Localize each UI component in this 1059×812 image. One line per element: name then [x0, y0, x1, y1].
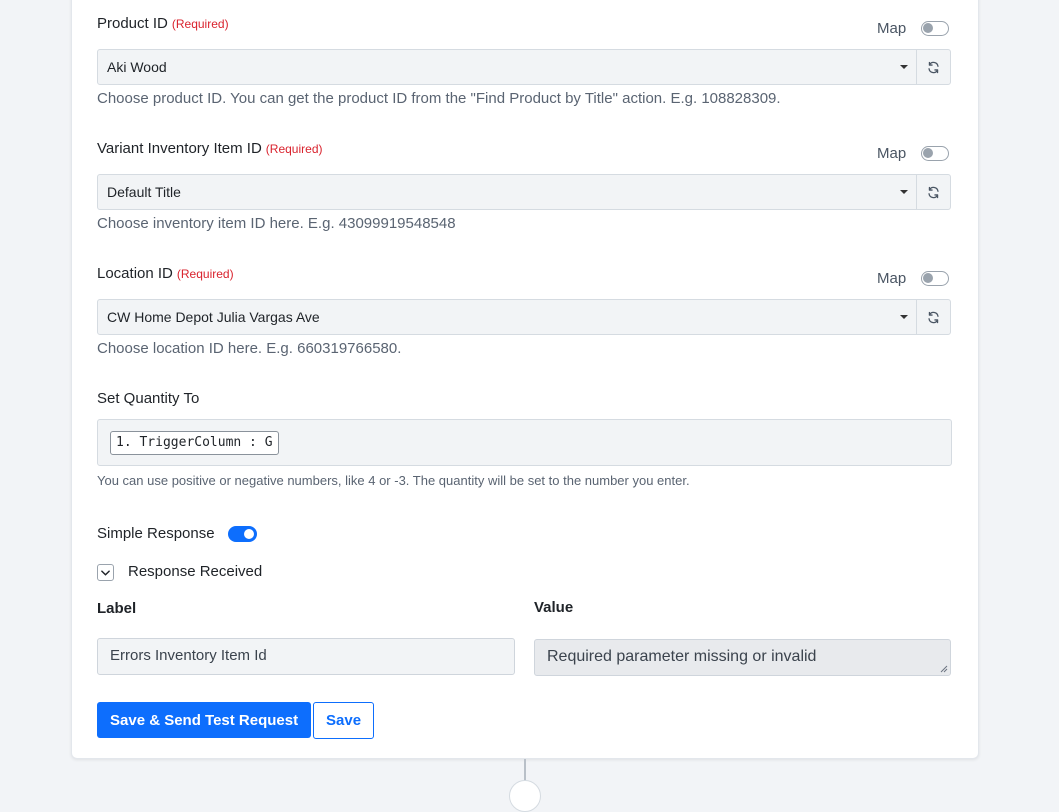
map-toggle[interactable] — [921, 271, 949, 286]
quantity-input[interactable]: 1. TriggerColumn : G — [97, 419, 952, 466]
refresh-button[interactable] — [916, 49, 951, 85]
refresh-button[interactable] — [916, 299, 951, 335]
variant-id-label-row: Variant Inventory Item ID (Required) — [97, 140, 323, 158]
response-label-field[interactable]: Errors Inventory Item Id — [97, 638, 515, 675]
toggle-knob — [923, 23, 933, 33]
refresh-icon — [928, 311, 939, 323]
caret-down-icon — [900, 190, 908, 194]
mapped-token[interactable]: 1. TriggerColumn : G — [110, 431, 279, 455]
toggle-knob — [923, 273, 933, 283]
add-step-node[interactable] — [509, 780, 541, 812]
map-label: Map — [877, 145, 907, 162]
required-tag: (Required) — [265, 142, 323, 156]
refresh-icon — [928, 186, 939, 198]
label-column-header: Label — [97, 600, 137, 617]
location-id-help: Choose location ID here. E.g. 6603197665… — [97, 340, 402, 357]
variant-id-help: Choose inventory item ID here. E.g. 4309… — [97, 215, 456, 232]
location-id-label: Location ID — [97, 265, 173, 282]
product-id-help: Choose product ID. You can get the produ… — [97, 90, 781, 107]
value-column-header: Value — [534, 599, 574, 616]
location-id-label-row: Location ID (Required) — [97, 265, 234, 283]
select-value: Default Title — [107, 184, 181, 200]
caret-down-icon — [900, 315, 908, 319]
map-label: Map — [877, 270, 907, 287]
select-value: CW Home Depot Julia Vargas Ave — [107, 309, 320, 325]
save-and-send-test-button[interactable]: Save & Send Test Request — [97, 702, 312, 738]
map-toggle[interactable] — [921, 146, 949, 161]
toggle-knob — [923, 148, 933, 158]
required-tag: (Required) — [176, 267, 234, 281]
variant-id-select[interactable]: Default Title — [97, 174, 917, 210]
action-config-card: Product ID (Required) Map Aki Wood Choose… — [71, 0, 979, 759]
response-received-label: Response Received — [128, 563, 263, 580]
variant-id-label: Variant Inventory Item ID — [97, 140, 262, 157]
caret-down-icon — [900, 65, 908, 69]
map-label: Map — [877, 20, 907, 37]
collapse-toggle[interactable] — [97, 564, 114, 581]
product-id-label-row: Product ID (Required) — [97, 15, 229, 33]
response-value-field[interactable]: Required parameter missing or invalid — [534, 639, 951, 676]
resize-grip-icon[interactable] — [940, 665, 948, 673]
simple-response-label: Simple Response — [97, 525, 215, 542]
product-id-label: Product ID — [97, 15, 168, 32]
product-id-select[interactable]: Aki Wood — [97, 49, 917, 85]
response-value-text: Required parameter missing or invalid — [547, 648, 817, 665]
quantity-label: Set Quantity To — [97, 390, 200, 407]
required-tag: (Required) — [171, 17, 229, 31]
refresh-icon — [928, 61, 939, 73]
chevron-down-icon — [101, 569, 110, 576]
save-button[interactable]: Save — [313, 702, 375, 739]
select-value: Aki Wood — [107, 59, 167, 75]
location-id-select[interactable]: CW Home Depot Julia Vargas Ave — [97, 299, 917, 335]
simple-response-toggle[interactable] — [228, 526, 257, 542]
map-toggle[interactable] — [921, 21, 949, 36]
toggle-knob — [244, 529, 254, 539]
quantity-help: You can use positive or negative numbers… — [97, 473, 690, 488]
refresh-button[interactable] — [916, 174, 951, 210]
